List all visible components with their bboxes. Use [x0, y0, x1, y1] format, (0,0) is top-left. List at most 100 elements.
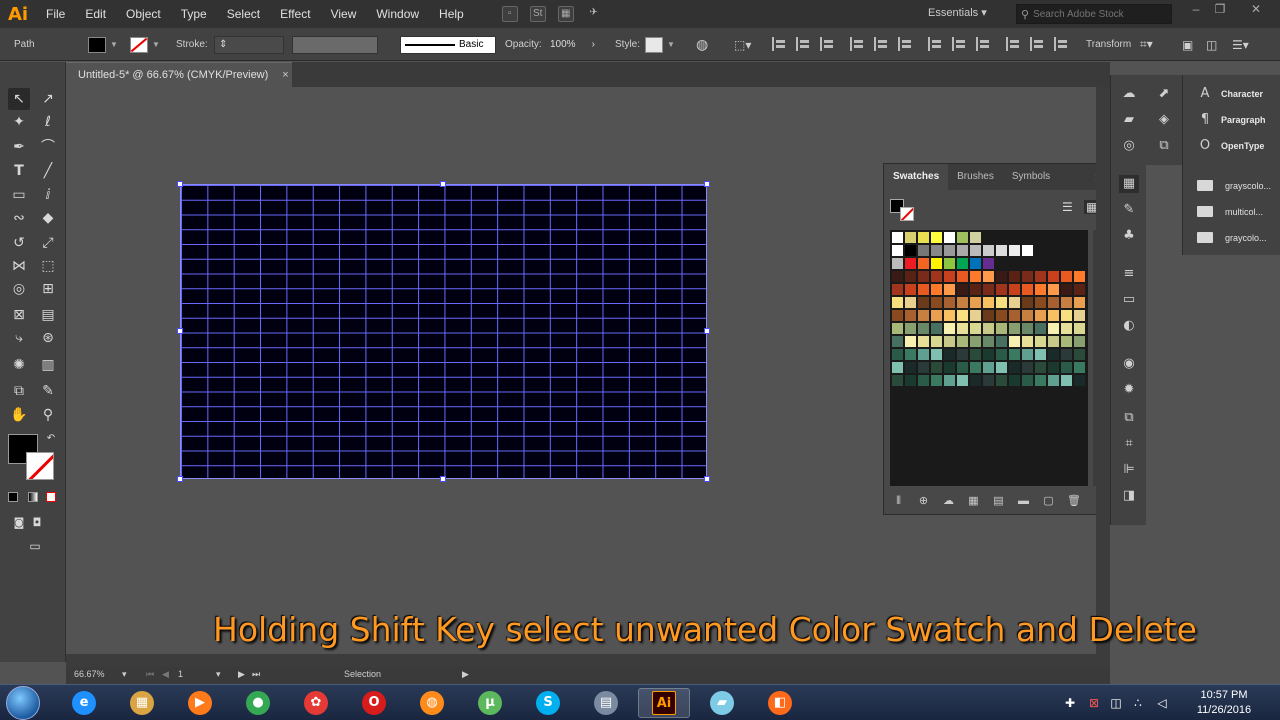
none-mode-icon[interactable] — [46, 492, 56, 502]
taskbar-chrome[interactable]: ● — [232, 688, 284, 718]
swatch[interactable] — [957, 362, 968, 373]
stroke-swatch[interactable] — [900, 207, 914, 221]
swatch[interactable] — [957, 245, 968, 256]
transform-link[interactable]: Transform — [1086, 28, 1131, 61]
curvature-tool-icon[interactable]: ⌒ — [37, 136, 59, 158]
swatch[interactable] — [970, 297, 981, 308]
network-icon[interactable]: ◫ — [1108, 695, 1124, 711]
swatch[interactable] — [918, 362, 929, 373]
swatch[interactable] — [983, 336, 994, 347]
swatch[interactable] — [931, 271, 942, 282]
swatch[interactable] — [1061, 349, 1072, 360]
zoom-level[interactable]: 66.67% — [74, 669, 105, 679]
taskbar-illustrator[interactable]: Ai — [638, 688, 690, 718]
swatch[interactable] — [1035, 336, 1046, 347]
swatch[interactable] — [1009, 284, 1020, 295]
distribute-center-icon[interactable] — [952, 37, 966, 51]
layers-icon[interactable]: ◈ — [1154, 111, 1174, 129]
swatch[interactable] — [970, 271, 981, 282]
swatch[interactable] — [944, 284, 955, 295]
swatch[interactable] — [931, 362, 942, 373]
swatch[interactable] — [918, 271, 929, 282]
paragraph-panel-label[interactable]: Paragraph — [1221, 115, 1266, 125]
document-tab[interactable]: Untitled-5* @ 66.67% (CMYK/Preview) × — [66, 62, 292, 87]
swatch[interactable] — [892, 349, 903, 360]
recolor-artwork-icon[interactable]: ◍ — [696, 28, 708, 61]
swatch[interactable] — [996, 349, 1007, 360]
swatch[interactable] — [983, 245, 994, 256]
transform-options-icon[interactable]: ⌗▾ — [1140, 28, 1153, 61]
pathfinder-dock-icon[interactable]: ◨ — [1119, 487, 1139, 505]
taskbar-calculator[interactable]: ▤ — [580, 688, 632, 718]
taskbar-app12[interactable]: ▰ — [696, 688, 748, 718]
swatch[interactable] — [892, 375, 903, 386]
menu-view[interactable]: View — [321, 0, 367, 28]
swatch[interactable] — [983, 258, 994, 269]
swatch[interactable] — [983, 349, 994, 360]
stroke-color-box[interactable] — [26, 452, 54, 480]
shaper-tool-icon[interactable]: ∾ — [8, 207, 30, 229]
swatch[interactable] — [931, 336, 942, 347]
library-item[interactable]: grayscolo... — [1197, 180, 1271, 191]
wifi-icon[interactable]: ∴ — [1130, 695, 1146, 711]
magic-wand-tool-icon[interactable]: ✦ — [8, 111, 30, 133]
brushes-dock-icon[interactable]: ✎ — [1119, 201, 1139, 219]
menu-type[interactable]: Type — [171, 0, 217, 28]
swatch[interactable] — [1022, 310, 1033, 321]
swatch[interactable] — [892, 245, 903, 256]
menu-edit[interactable]: Edit — [75, 0, 116, 28]
swatch[interactable] — [931, 323, 942, 334]
swatch[interactable] — [918, 323, 929, 334]
swatch[interactable] — [957, 336, 968, 347]
shape-builder-tool-icon[interactable]: ◎ — [8, 278, 30, 300]
swatch[interactable] — [996, 284, 1007, 295]
swatch[interactable] — [918, 245, 929, 256]
swatch[interactable] — [1035, 310, 1046, 321]
selection-handle-middle-left[interactable] — [177, 328, 183, 334]
swatch[interactable] — [892, 336, 903, 347]
swatch[interactable] — [996, 323, 1007, 334]
swatch[interactable] — [1009, 297, 1020, 308]
zoom-tool-icon[interactable]: ⚲ — [37, 404, 59, 426]
swatch[interactable] — [931, 245, 942, 256]
swatch[interactable] — [905, 375, 916, 386]
swatch[interactable] — [1074, 297, 1085, 308]
distribute-right-icon[interactable] — [1054, 37, 1068, 51]
add-to-library-icon[interactable]: ⊕ — [917, 495, 930, 507]
swatch[interactable] — [1061, 323, 1072, 334]
properties-icon[interactable]: ▰ — [1119, 111, 1139, 129]
opentype-icon[interactable]: O — [1195, 137, 1215, 155]
swatch[interactable] — [983, 375, 994, 386]
stock-search-input[interactable] — [1033, 8, 1164, 20]
swatch[interactable] — [983, 323, 994, 334]
swatch[interactable] — [1048, 297, 1059, 308]
selection-handle-middle-right[interactable] — [704, 328, 710, 334]
panel-menu-icon[interactable]: ☰▾ — [1232, 28, 1249, 61]
swatch[interactable] — [996, 271, 1007, 282]
swatch[interactable] — [1009, 336, 1020, 347]
show-hidden-icons[interactable]: ✚ — [1062, 695, 1078, 711]
swatch[interactable] — [931, 310, 942, 321]
swatch[interactable] — [1061, 362, 1072, 373]
pen-tool-icon[interactable]: ✒ — [8, 136, 30, 158]
new-swatch-icon[interactable]: ▢ — [1042, 495, 1055, 507]
swatch[interactable] — [1022, 349, 1033, 360]
swatch[interactable] — [905, 323, 916, 334]
show-swatch-kinds-icon[interactable]: ▦ — [967, 495, 980, 507]
swatch[interactable] — [1048, 284, 1059, 295]
taskbar-utorrent[interactable]: µ — [464, 688, 516, 718]
appearance-dock-icon[interactable]: ◉ — [1119, 355, 1139, 373]
swatch[interactable] — [892, 297, 903, 308]
selection-handle-top-right[interactable] — [704, 181, 710, 187]
swatch[interactable] — [1061, 271, 1072, 282]
blend-tool-icon[interactable]: ⊛ — [37, 327, 59, 349]
status-mode[interactable]: Selection — [344, 669, 381, 679]
direct-selection-tool-icon[interactable]: ↗ — [37, 88, 59, 110]
swatch[interactable] — [1009, 271, 1020, 282]
bridge-icon[interactable]: ▫ — [501, 6, 518, 22]
swatch[interactable] — [1061, 310, 1072, 321]
taskbar-ie[interactable]: e — [58, 688, 110, 718]
swatch[interactable] — [996, 297, 1007, 308]
swatch[interactable] — [1035, 375, 1046, 386]
restore-button[interactable]: ❐ — [1208, 2, 1232, 20]
